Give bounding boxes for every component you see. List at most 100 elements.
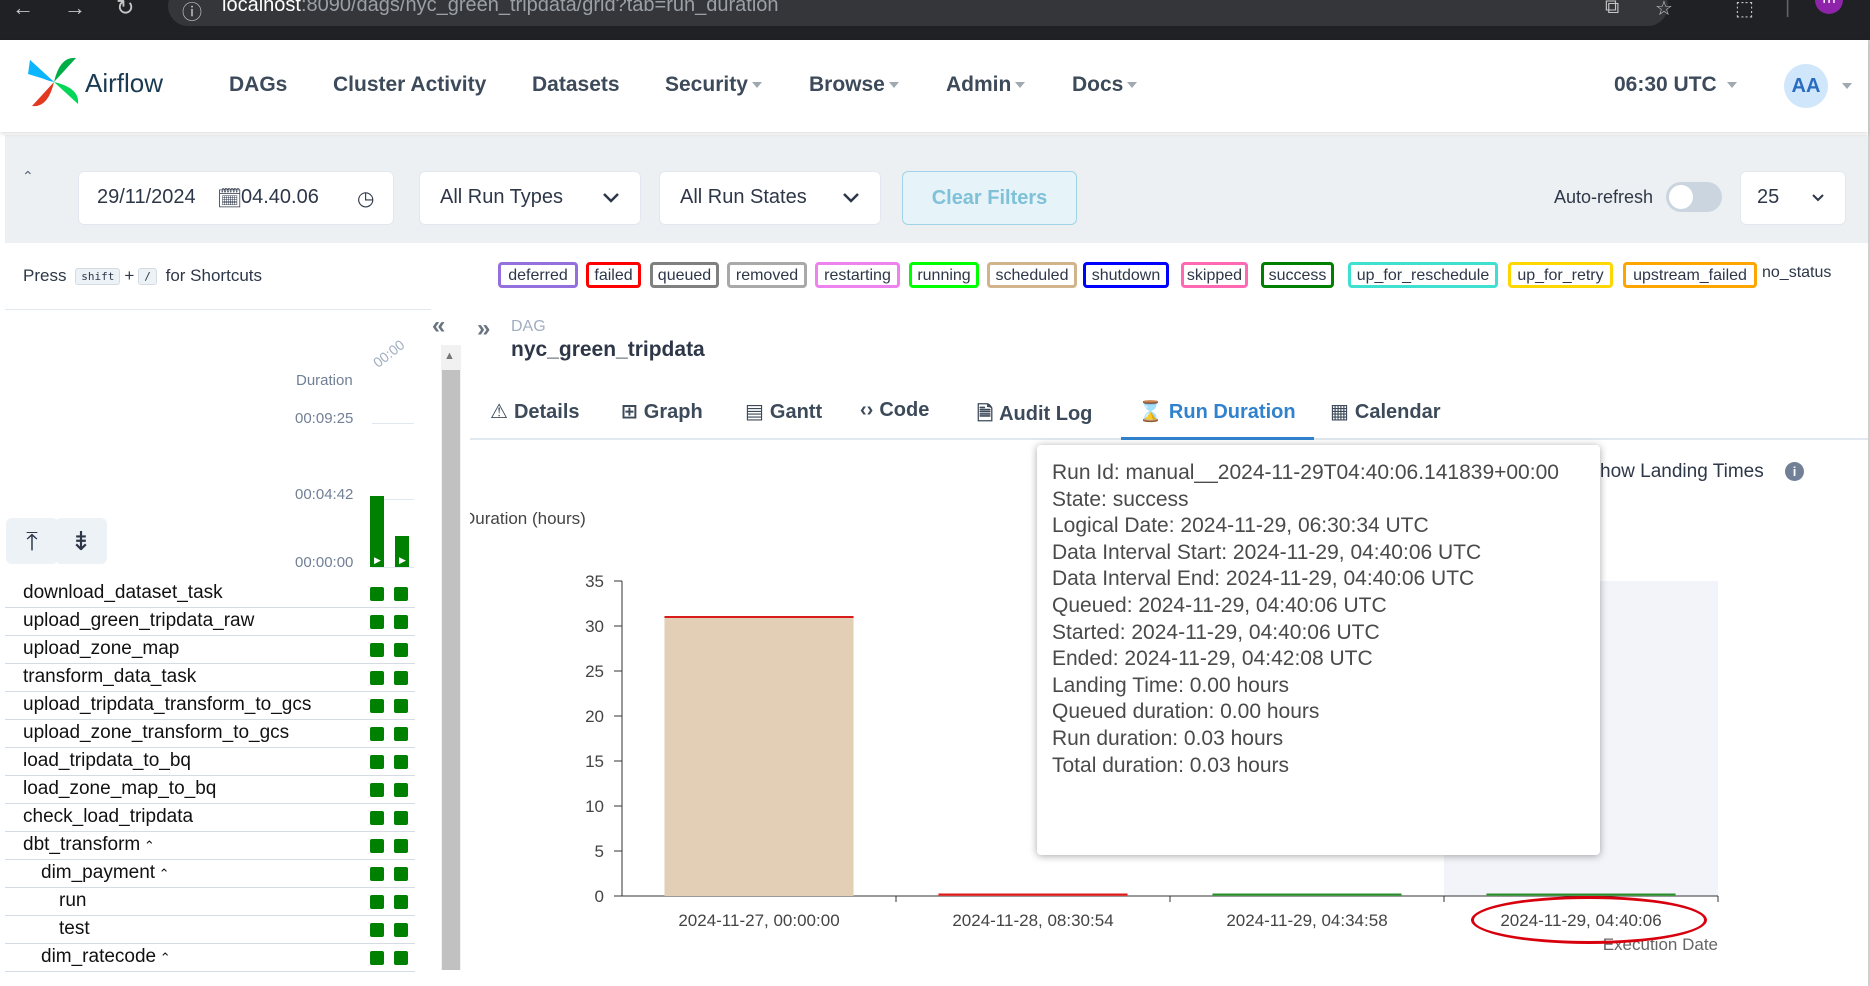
- task-instance-status[interactable]: [370, 811, 384, 825]
- legend-shutdown[interactable]: shutdown: [1083, 262, 1169, 288]
- task-instance-status[interactable]: [394, 755, 408, 769]
- task-instance-status[interactable]: [394, 727, 408, 741]
- browser-profile-avatar[interactable]: m: [1815, 0, 1843, 14]
- back-icon[interactable]: ←: [12, 0, 34, 19]
- task-instance-status[interactable]: [370, 727, 384, 741]
- timezone-clock[interactable]: 06:30 UTC: [1614, 73, 1737, 97]
- date-time-picker[interactable]: 29/11/2024 🗓 04.40.06 ◷: [78, 171, 394, 225]
- task-row[interactable]: load_tripdata_to_bq: [5, 747, 415, 776]
- collapse-header-icon[interactable]: ⌃: [22, 168, 34, 185]
- task-instance-status[interactable]: [370, 615, 384, 629]
- tab-code[interactable]: ‹› Code: [860, 399, 929, 422]
- tab-run-duration[interactable]: ⌛ Run Duration: [1138, 399, 1296, 424]
- task-label[interactable]: upload_green_tripdata_raw: [23, 610, 254, 632]
- task-label[interactable]: upload_zone_transform_to_gcs: [23, 722, 289, 744]
- bar[interactable]: [664, 617, 854, 896]
- nav-security[interactable]: Security: [665, 73, 762, 97]
- task-instance-status[interactable]: [394, 951, 408, 965]
- legend-no-status[interactable]: no_status: [1762, 262, 1831, 288]
- task-label[interactable]: load_tripdata_to_bq: [23, 750, 191, 772]
- task-label[interactable]: transform_data_task: [23, 666, 196, 688]
- task-instance-status[interactable]: [394, 671, 408, 685]
- task-row[interactable]: dim_payment ⌃: [5, 859, 415, 888]
- brand-name[interactable]: Airflow: [85, 68, 163, 99]
- task-label[interactable]: dim_payment ⌃: [41, 862, 170, 884]
- task-instance-status[interactable]: [394, 811, 408, 825]
- task-label[interactable]: download_dataset_task: [23, 582, 223, 604]
- run-types-select[interactable]: All Run Types: [419, 171, 641, 225]
- task-instance-status[interactable]: [370, 643, 384, 657]
- page-size-select[interactable]: 25: [1740, 171, 1846, 225]
- dag-run-bar[interactable]: ▶: [370, 496, 384, 567]
- task-row[interactable]: upload_tripdata_transform_to_gcs: [5, 691, 415, 720]
- task-label[interactable]: upload_tripdata_transform_to_gcs: [23, 694, 311, 716]
- task-instance-status[interactable]: [370, 587, 384, 601]
- scroll-up-icon[interactable]: ▲: [444, 350, 455, 362]
- nav-browse[interactable]: Browse: [809, 73, 899, 97]
- forward-icon[interactable]: →: [64, 0, 86, 19]
- calendar-icon[interactable]: 🗓: [217, 186, 242, 211]
- run-states-select[interactable]: All Run States: [659, 171, 881, 225]
- nav-admin[interactable]: Admin: [946, 73, 1026, 97]
- legend-skipped[interactable]: skipped: [1181, 262, 1248, 288]
- task-instance-status[interactable]: [394, 699, 408, 713]
- task-label[interactable]: upload_zone_map: [23, 638, 179, 660]
- task-row[interactable]: upload_zone_transform_to_gcs: [5, 719, 415, 748]
- nav-cluster-activity[interactable]: Cluster Activity: [333, 73, 486, 97]
- chevron-up-icon[interactable]: ⌃: [156, 950, 171, 965]
- nav-datasets[interactable]: Datasets: [532, 73, 620, 97]
- task-row[interactable]: dbt_transform ⌃: [5, 831, 415, 860]
- task-instance-status[interactable]: [394, 839, 408, 853]
- task-instance-status[interactable]: [370, 671, 384, 685]
- task-instance-status[interactable]: [394, 923, 408, 937]
- task-label[interactable]: test: [59, 918, 90, 940]
- clear-filters-button[interactable]: Clear Filters: [902, 171, 1077, 225]
- task-row[interactable]: test: [5, 915, 415, 944]
- task-label[interactable]: dbt_transform ⌃: [23, 834, 155, 856]
- task-label[interactable]: dim_ratecode ⌃: [41, 946, 171, 968]
- translate-icon[interactable]: ⧉: [1605, 0, 1619, 19]
- tab-audit-log[interactable]: 🗎 Audit Log: [977, 399, 1092, 433]
- bookmark-star-icon[interactable]: ☆: [1655, 0, 1673, 21]
- task-row[interactable]: load_zone_map_to_bq: [5, 775, 415, 804]
- airflow-logo-icon[interactable]: [26, 54, 82, 110]
- expand-details-icon[interactable]: »: [477, 315, 490, 343]
- task-row[interactable]: transform_data_task: [5, 663, 415, 692]
- task-instance-status[interactable]: [394, 615, 408, 629]
- tab-details[interactable]: ⚠ Details: [490, 399, 580, 424]
- legend-scheduled[interactable]: scheduled: [987, 262, 1077, 288]
- task-instance-status[interactable]: [394, 643, 408, 657]
- task-instance-status[interactable]: [394, 783, 408, 797]
- chevron-up-icon[interactable]: ⌃: [155, 866, 170, 881]
- legend-up-for-reschedule[interactable]: up_for_reschedule: [1348, 262, 1498, 288]
- legend-queued[interactable]: queued: [650, 262, 719, 288]
- task-instance-status[interactable]: [370, 839, 384, 853]
- expand-all-button[interactable]: ⤒: [6, 518, 58, 564]
- nav-docs[interactable]: Docs: [1072, 73, 1138, 97]
- dag-run-bar[interactable]: ▶: [395, 536, 409, 567]
- task-label[interactable]: check_load_tripdata: [23, 806, 193, 828]
- legend-failed[interactable]: failed: [586, 262, 641, 288]
- legend-running[interactable]: running: [909, 262, 979, 288]
- tab-calendar[interactable]: ▦ Calendar: [1330, 399, 1441, 424]
- legend-up-for-retry[interactable]: up_for_retry: [1508, 262, 1613, 288]
- legend-upstream-failed[interactable]: upstream_failed: [1623, 262, 1757, 288]
- url-text[interactable]: localhost:8090/dags/nyc_green_tripdata/g…: [222, 0, 779, 16]
- user-avatar[interactable]: AA: [1784, 64, 1828, 108]
- task-instance-status[interactable]: [370, 755, 384, 769]
- task-instance-status[interactable]: [370, 867, 384, 881]
- tab-gantt[interactable]: ▤ Gantt: [745, 399, 822, 424]
- legend-restarting[interactable]: restarting: [815, 262, 900, 288]
- task-row[interactable]: upload_zone_map: [5, 635, 415, 664]
- task-label[interactable]: run: [59, 890, 86, 912]
- collapse-all-button[interactable]: ⇟: [55, 518, 107, 564]
- task-instance-status[interactable]: [370, 783, 384, 797]
- clock-icon[interactable]: ◷: [357, 186, 374, 211]
- grid-scrollbar-thumb[interactable]: [442, 370, 460, 970]
- chevron-up-icon[interactable]: ⌃: [140, 838, 155, 853]
- task-instance-status[interactable]: [370, 699, 384, 713]
- task-row[interactable]: dim_ratecode ⌃: [5, 943, 415, 972]
- collapse-grid-icon[interactable]: «: [432, 312, 445, 340]
- task-instance-status[interactable]: [394, 895, 408, 909]
- task-instance-status[interactable]: [370, 923, 384, 937]
